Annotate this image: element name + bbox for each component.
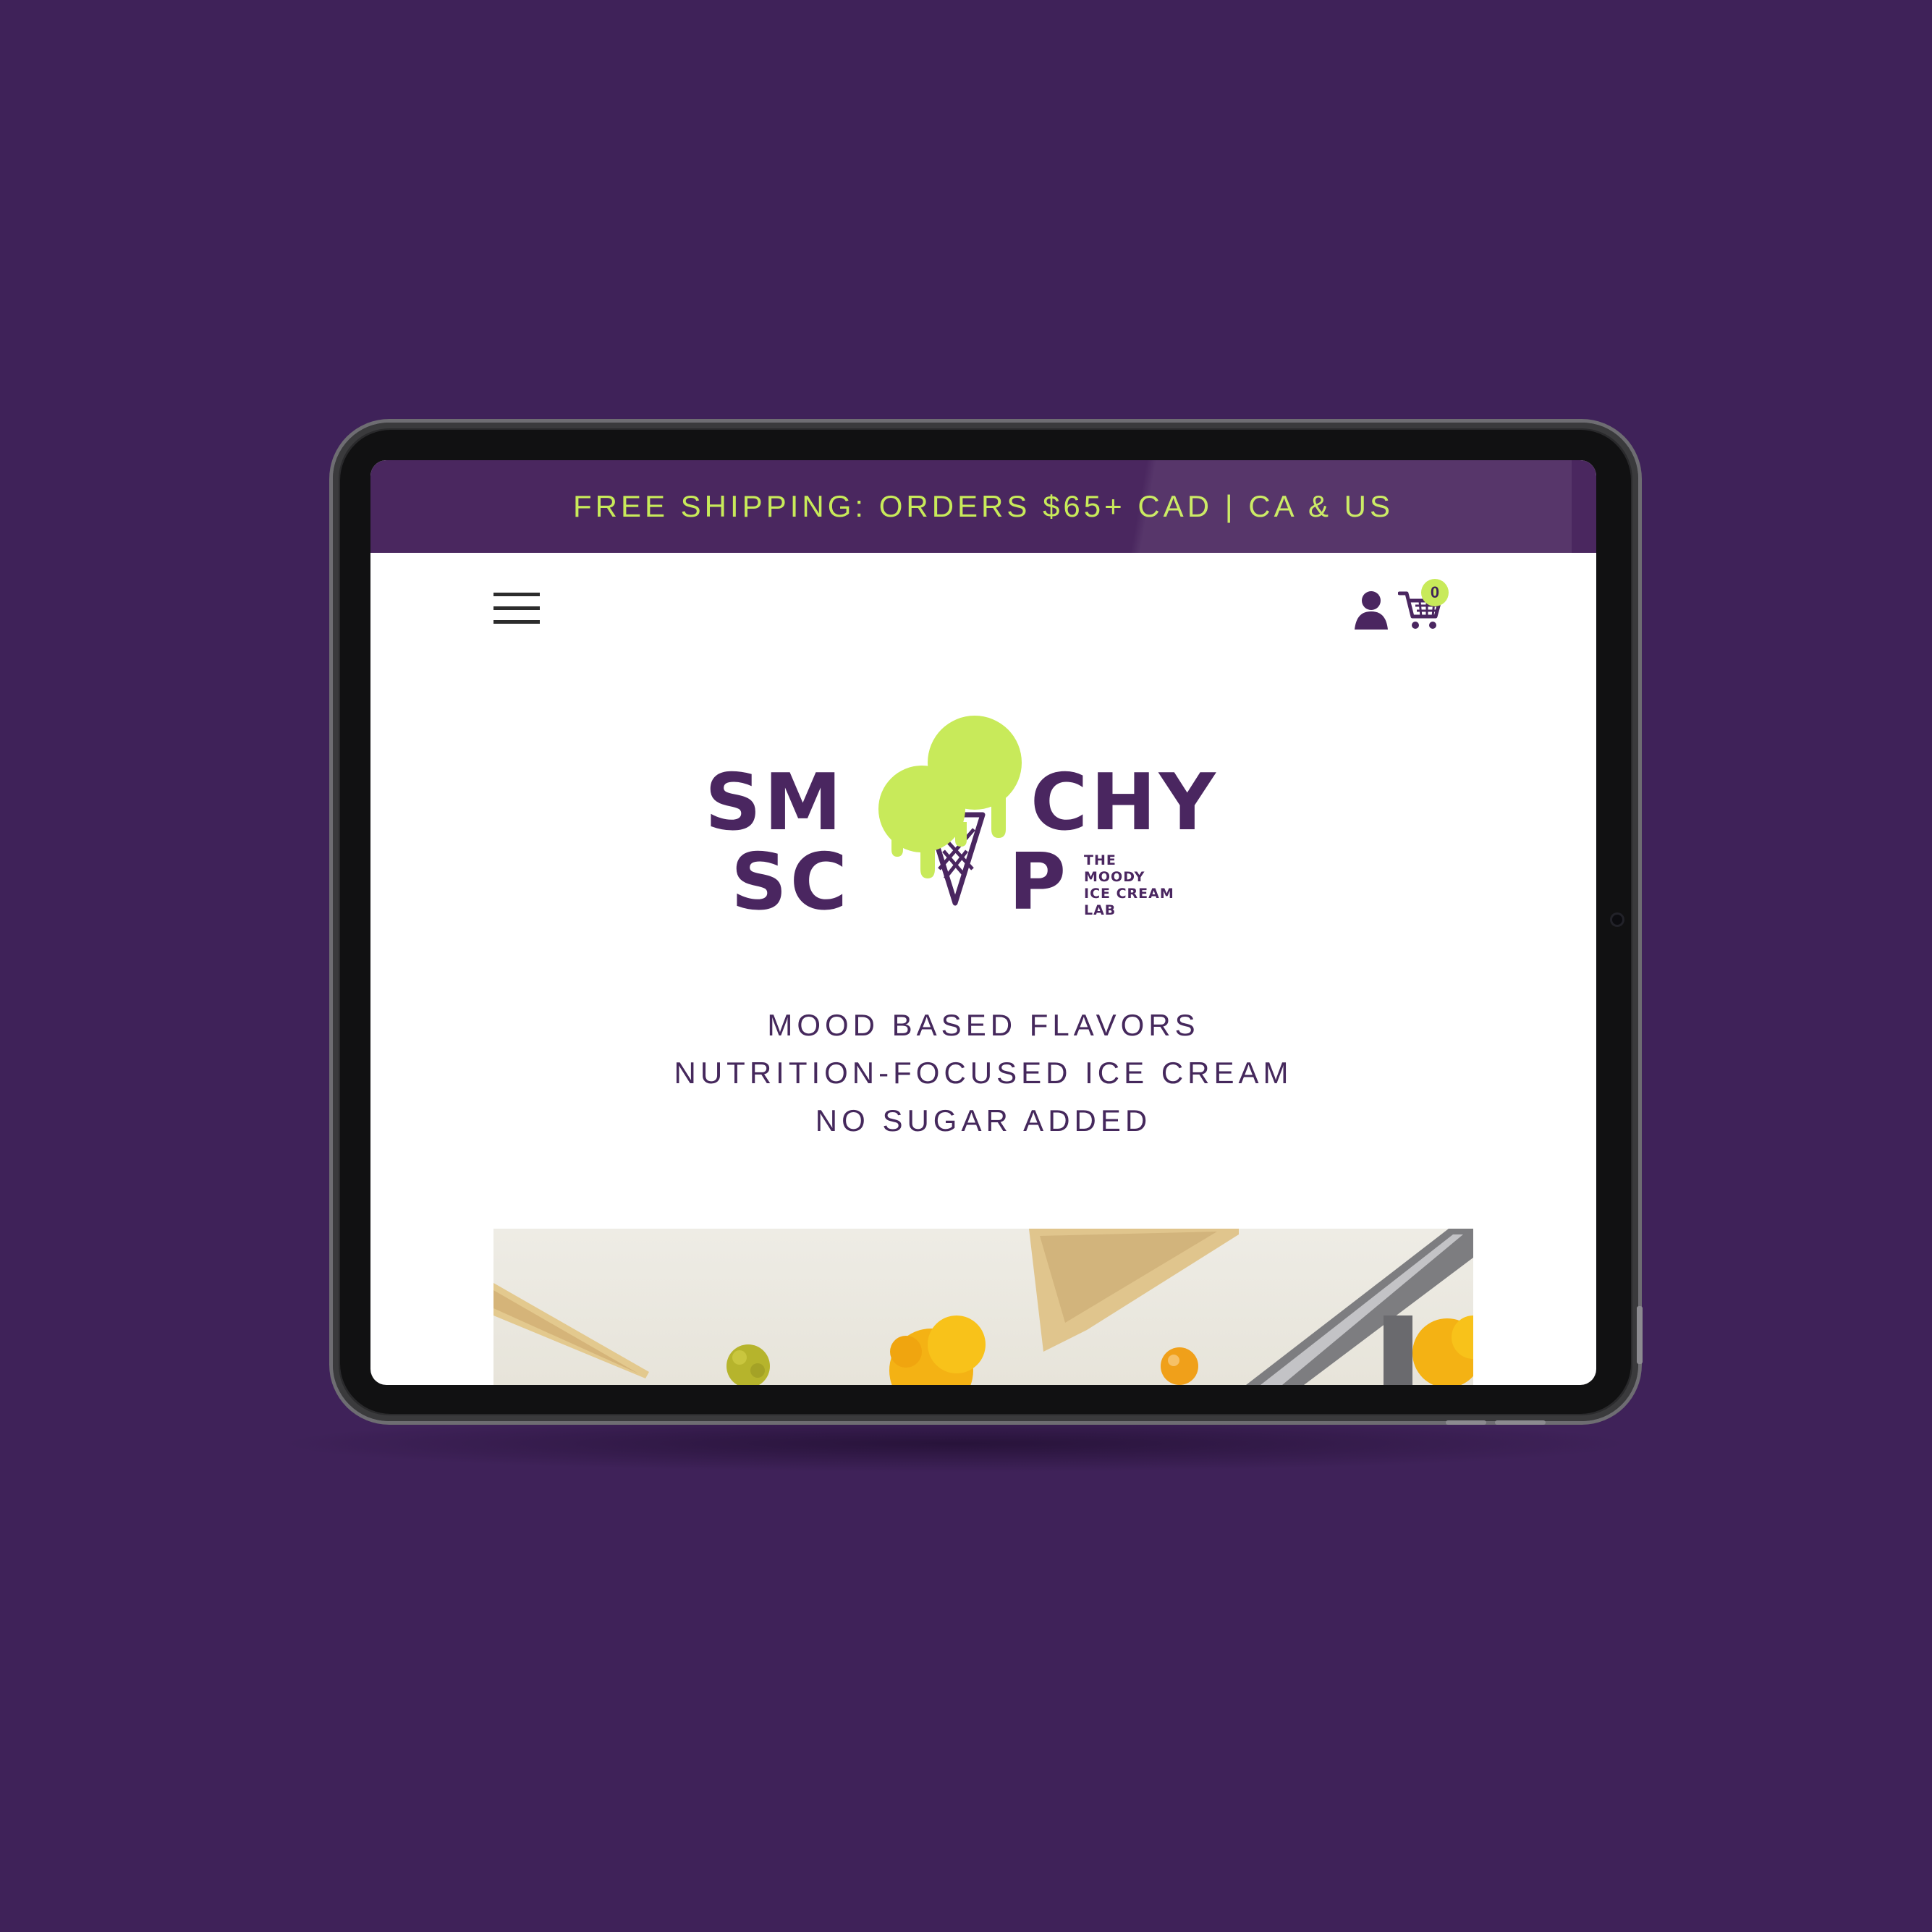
logo-text-chy: CHY: [1030, 758, 1219, 848]
tagline-mood-based: MOOD BASED FLAVORS: [767, 1008, 1200, 1042]
user-account-icon[interactable]: [1352, 589, 1391, 631]
tagline-nutrition: NUTRITION-FOCUSED ICE CREAM: [674, 1056, 1293, 1090]
logo-tagline-line: LAB: [1084, 902, 1117, 918]
hero-image: [493, 1229, 1473, 1385]
tablet-bottom-button: [1495, 1420, 1546, 1425]
device-shadow: [275, 1415, 1635, 1473]
free-shipping-banner[interactable]: FREE SHIPPING: ORDERS $65+ CAD | CA & US: [370, 460, 1596, 553]
ice-cream-cone-icon: [878, 716, 1022, 906]
tagline-no-sugar: NO SUGAR ADDED: [815, 1103, 1152, 1137]
free-shipping-text: FREE SHIPPING: ORDERS $65+ CAD | CA & US: [572, 489, 1394, 523]
logo-tagline-line: MOODY: [1084, 869, 1145, 885]
logo-tagline-line: ICE CREAM: [1084, 886, 1174, 902]
cart-count-badge[interactable]: 0: [1421, 579, 1449, 606]
tablet-bottom-button: [1446, 1420, 1486, 1425]
logo-text-sc: SC: [731, 837, 851, 928]
tablet-screen: FREE SHIPPING: ORDERS $65+ CAD | CA & US…: [370, 460, 1596, 1385]
tablet-camera: [1612, 915, 1622, 925]
hamburger-menu-icon[interactable]: [492, 589, 543, 630]
logo-tagline-line: THE: [1084, 852, 1117, 868]
logo-tagline: THE MOODY ICE CREAM LAB: [1084, 852, 1229, 919]
logo-text-sm: SM: [705, 758, 845, 848]
tablet-side-button: [1637, 1306, 1643, 1364]
